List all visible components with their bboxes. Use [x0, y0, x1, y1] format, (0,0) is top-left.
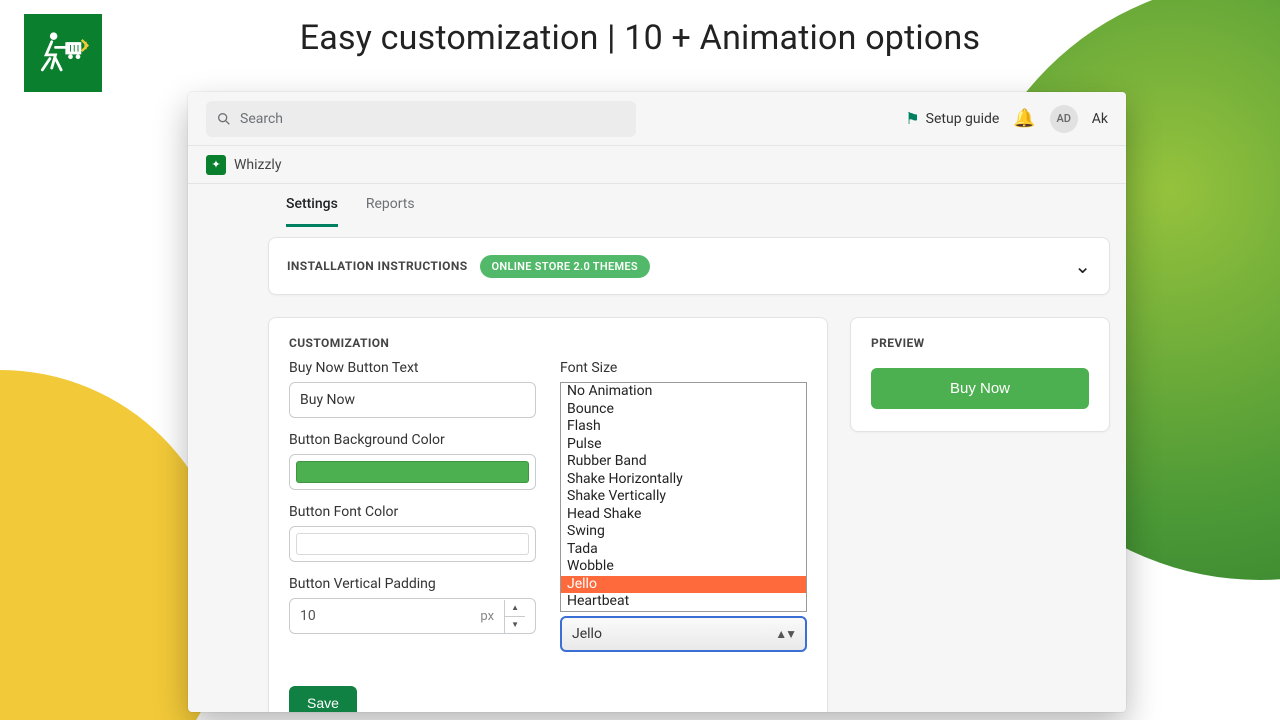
animation-option[interactable]: Swing — [561, 523, 806, 541]
search-placeholder: Search — [240, 111, 283, 127]
animation-option[interactable]: Tada — [561, 541, 806, 559]
animation-option[interactable]: Shake Vertically — [561, 488, 806, 506]
preview-card: PREVIEW Buy Now — [850, 317, 1110, 432]
flag-icon: ⚑ — [905, 109, 919, 128]
animation-select[interactable]: Jello ▲▼ — [560, 616, 807, 652]
setup-guide-link[interactable]: ⚑ Setup guide — [905, 109, 999, 128]
customization-title: CUSTOMIZATION — [289, 336, 807, 350]
animation-option[interactable]: Pulse — [561, 436, 806, 454]
animation-select-value: Jello — [572, 626, 602, 642]
app-breadcrumb: ✦ Whizzly — [188, 146, 1126, 184]
font-size-label: Font Size — [560, 360, 807, 376]
button-text-value: Buy Now — [300, 392, 355, 408]
animation-option[interactable]: Head Shake — [561, 506, 806, 524]
app-name: Whizzly — [234, 157, 281, 173]
app-window: Search ⚑ Setup guide 🔔 AD Ak ✦ Whizzly S… — [188, 92, 1126, 712]
select-caret-icon: ▲▼ — [775, 627, 795, 641]
avatar[interactable]: AD — [1050, 105, 1078, 133]
font-color-swatch — [296, 533, 529, 555]
vpad-stepper[interactable]: ▲▼ — [504, 600, 525, 633]
notifications-icon[interactable]: 🔔 — [1013, 108, 1035, 129]
preview-buy-button[interactable]: Buy Now — [871, 368, 1089, 409]
animation-option[interactable]: Shake Horizontally — [561, 471, 806, 489]
page-headline: Easy customization | 10 + Animation opti… — [0, 18, 1280, 58]
animation-option[interactable]: Rubber Band — [561, 453, 806, 471]
animation-option[interactable]: Flash — [561, 418, 806, 436]
button-text-input[interactable]: Buy Now — [289, 382, 536, 418]
installation-card[interactable]: INSTALLATION INSTRUCTIONS ONLINE STORE 2… — [268, 237, 1110, 295]
animation-option[interactable]: Bounce — [561, 401, 806, 419]
customization-card: CUSTOMIZATION Buy Now Button Text Buy No… — [268, 317, 828, 712]
animation-option[interactable]: Heartbeat — [561, 593, 806, 611]
vpad-value: 10 — [300, 608, 316, 624]
tabs: Settings Reports — [268, 184, 1110, 227]
font-color-input[interactable] — [289, 526, 536, 562]
install-pill: ONLINE STORE 2.0 THEMES — [480, 255, 650, 278]
search-input[interactable]: Search — [206, 101, 636, 137]
app-mini-icon: ✦ — [206, 155, 226, 175]
button-text-label: Buy Now Button Text — [289, 360, 536, 376]
save-button[interactable]: Save — [289, 686, 357, 712]
user-name[interactable]: Ak — [1092, 111, 1108, 127]
bg-color-swatch — [296, 461, 529, 483]
animation-option[interactable]: Jello — [561, 576, 806, 594]
bg-color-label: Button Background Color — [289, 432, 536, 448]
vpad-unit: px — [480, 609, 494, 624]
animation-dropdown-list[interactable]: No AnimationBounceFlashPulseRubber BandS… — [560, 382, 807, 612]
tab-reports[interactable]: Reports — [366, 196, 415, 227]
tab-settings[interactable]: Settings — [286, 196, 338, 227]
vpad-label: Button Vertical Padding — [289, 576, 536, 592]
search-icon — [216, 111, 232, 127]
preview-title: PREVIEW — [871, 336, 1089, 350]
topbar: Search ⚑ Setup guide 🔔 AD Ak — [188, 92, 1126, 146]
font-color-label: Button Font Color — [289, 504, 536, 520]
chevron-down-icon: ⌄ — [1074, 254, 1091, 278]
bg-color-input[interactable] — [289, 454, 536, 490]
animation-option[interactable]: No Animation — [561, 383, 806, 401]
install-title: INSTALLATION INSTRUCTIONS — [287, 259, 468, 273]
setup-guide-label: Setup guide — [926, 111, 1000, 127]
vpad-input[interactable]: 10 px ▲▼ — [289, 598, 536, 634]
animation-option[interactable]: Wobble — [561, 558, 806, 576]
